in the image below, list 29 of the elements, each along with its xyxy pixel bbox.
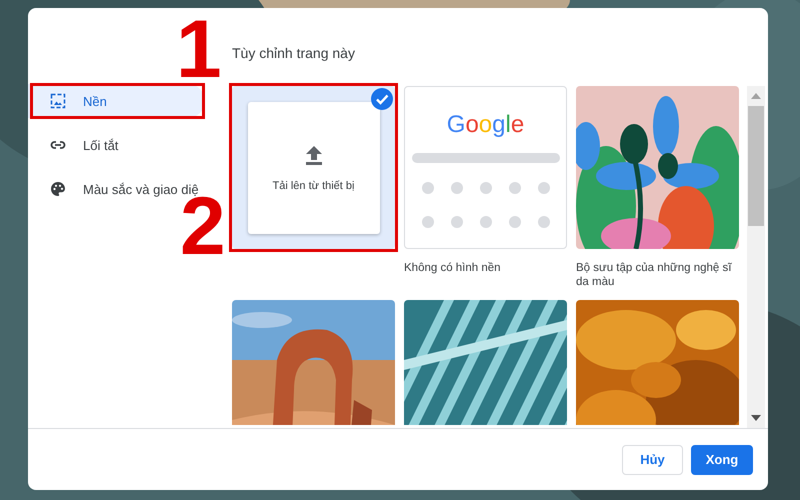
image-icon xyxy=(50,93,66,109)
arrow-down-icon[interactable] xyxy=(751,415,761,421)
step-number: 1 xyxy=(176,20,222,80)
shortcut-dot xyxy=(538,182,550,194)
upload-tile[interactable]: Tải lên từ thiết bị xyxy=(232,86,395,249)
shortcut-dot xyxy=(480,216,492,228)
shortcut-dot xyxy=(450,216,462,228)
shortcut-dot xyxy=(422,182,434,194)
logo-text: Google xyxy=(446,111,524,139)
sidebar-item[interactable]: Lối tắt xyxy=(28,128,205,162)
cancel-button[interactable]: Hủy xyxy=(622,444,683,474)
blank-background-tile[interactable]: Google xyxy=(404,86,567,249)
shortcut-dot xyxy=(422,216,434,228)
tile-caption: Bộ sưu tập của những nghệ sĩ da màu xyxy=(576,261,733,290)
scrollbar[interactable] xyxy=(747,86,765,428)
tile-caption: Không có hình nền xyxy=(404,261,501,276)
shortcut-dot xyxy=(480,182,492,194)
palette-icon xyxy=(50,181,66,197)
done-button[interactable]: Xong xyxy=(691,444,753,474)
shortcut-dot xyxy=(508,182,520,194)
upload-label: Tải lên từ thiết bị xyxy=(272,180,354,192)
arrow-up-icon[interactable] xyxy=(751,93,761,99)
scrollbar-thumb[interactable] xyxy=(748,106,764,226)
step-number: 2 xyxy=(180,197,226,256)
shortcut-dot xyxy=(508,216,520,228)
check-icon xyxy=(371,88,393,110)
shortcut-dot xyxy=(450,182,462,194)
shortcut-dot xyxy=(538,216,550,228)
dialog-title: Tùy chỉnh trang này xyxy=(232,44,355,62)
